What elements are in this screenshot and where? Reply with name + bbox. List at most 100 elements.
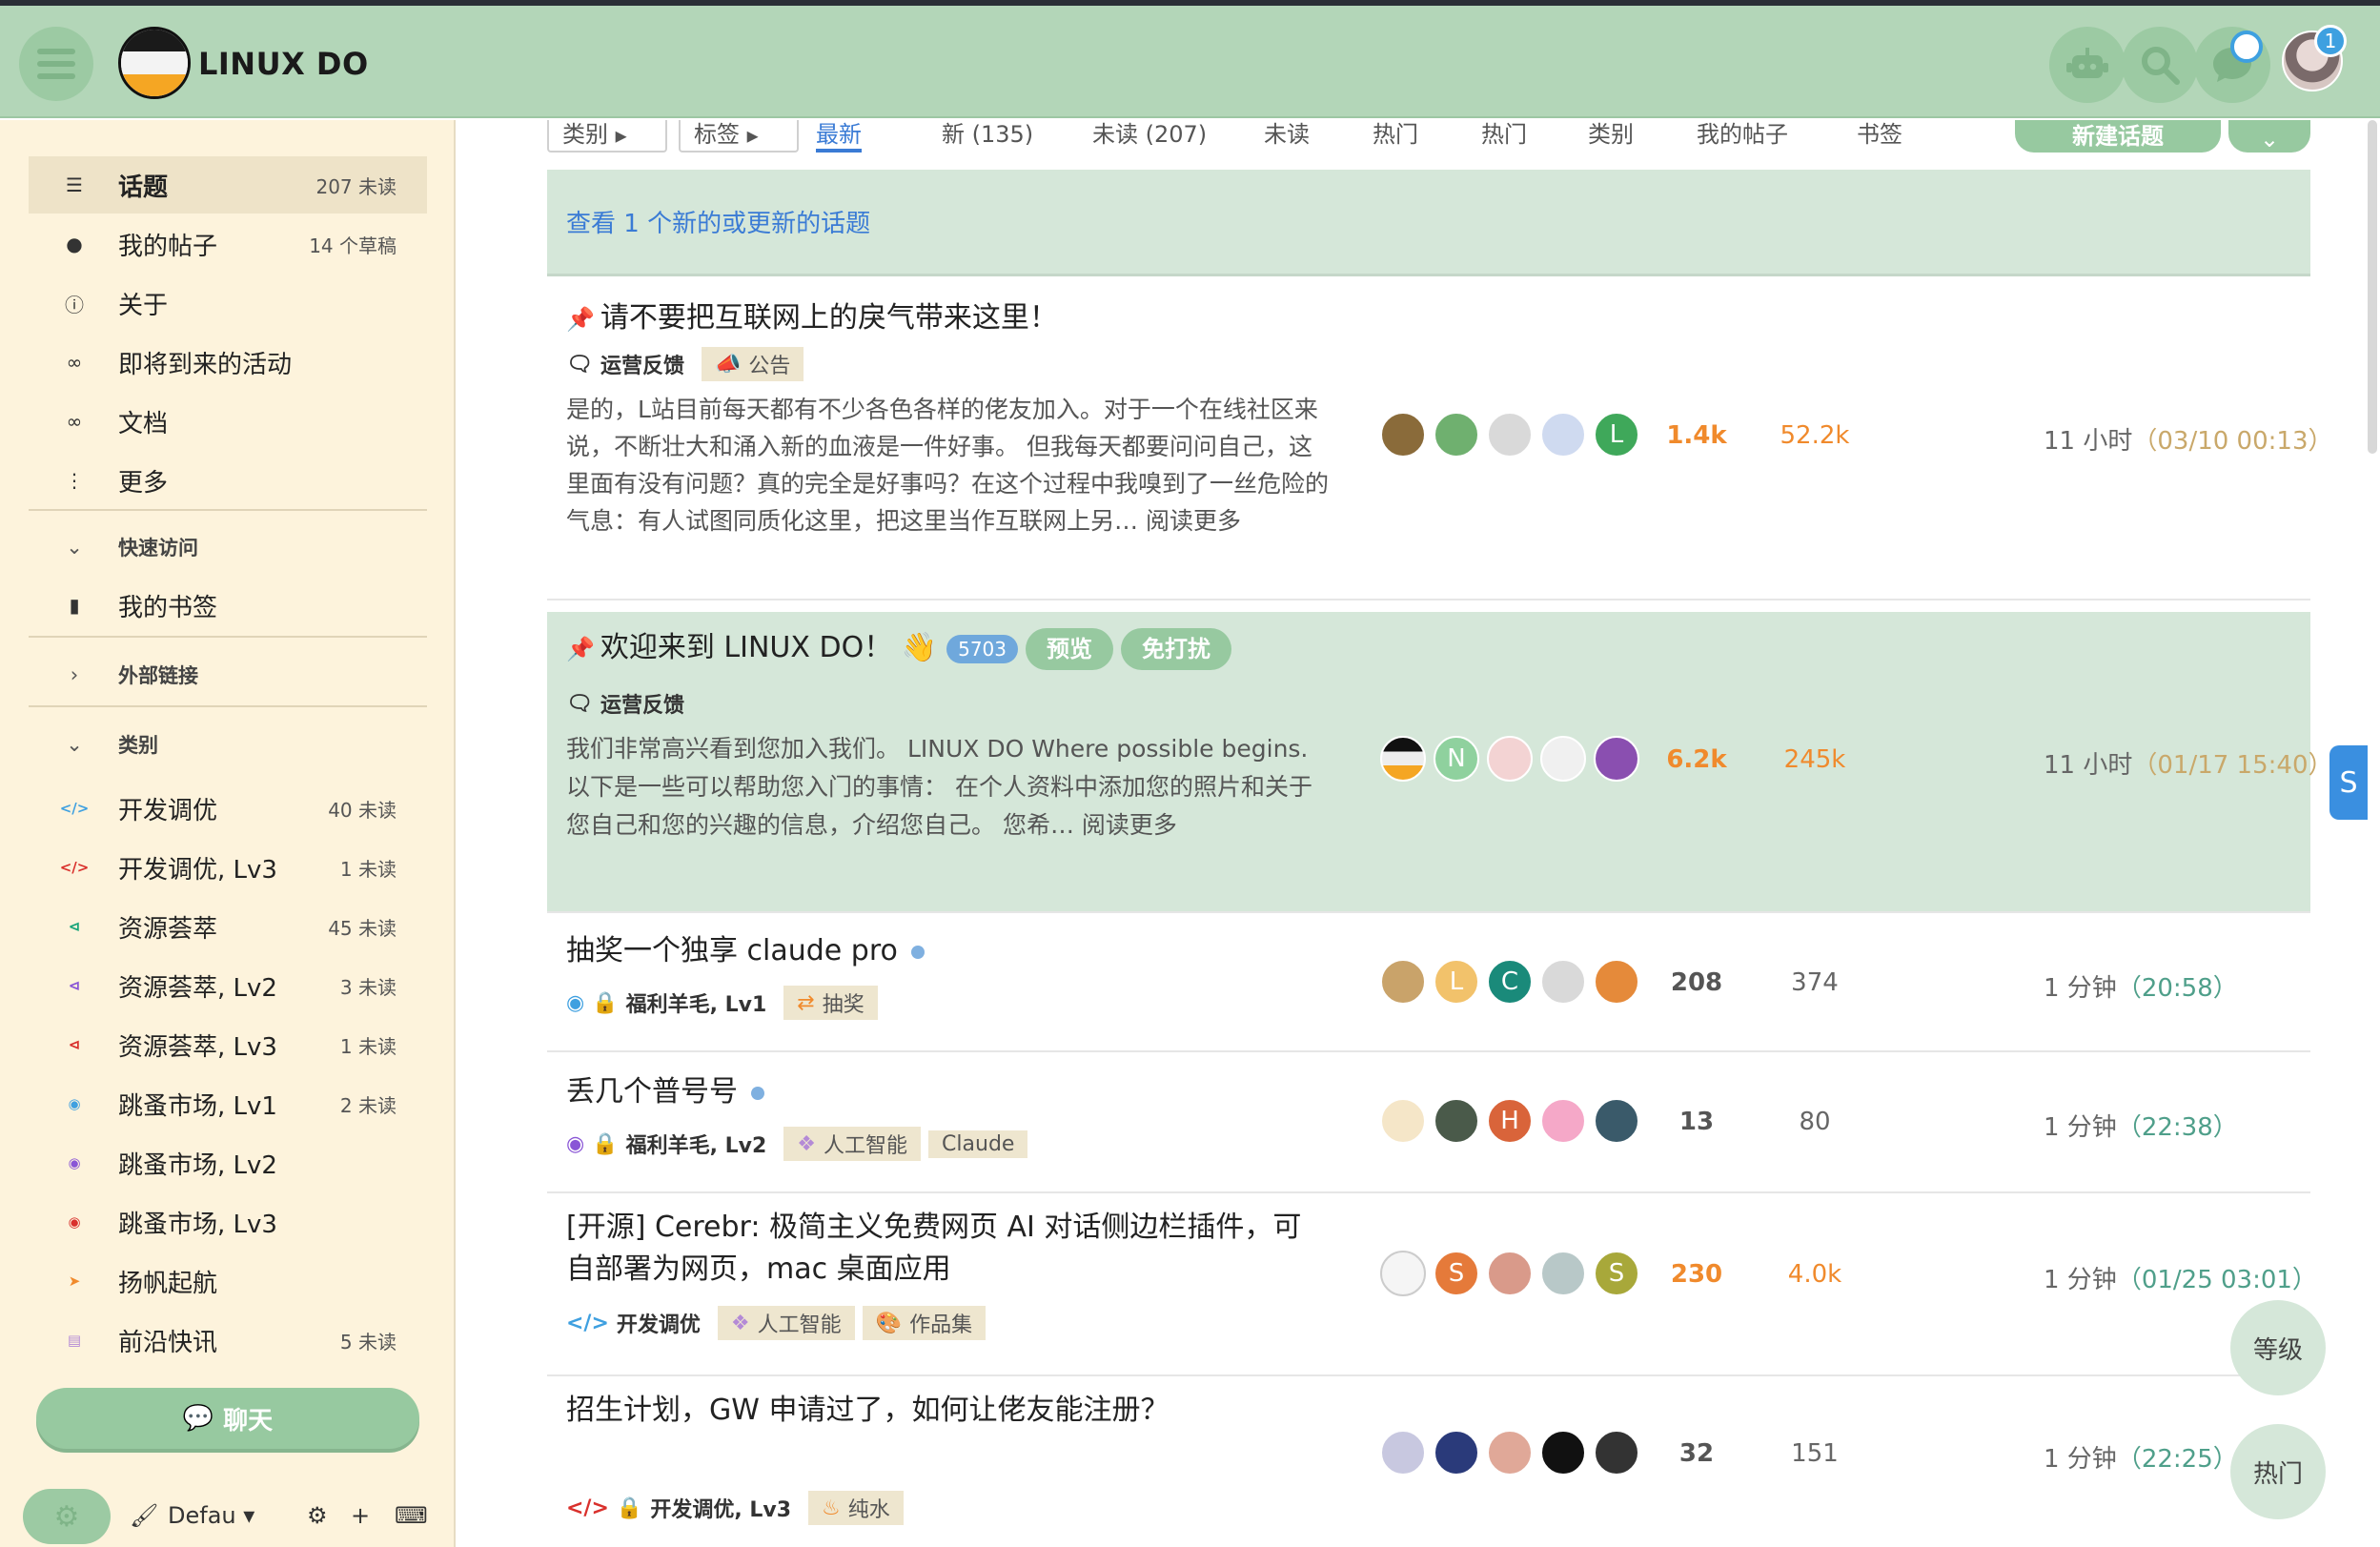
avatar[interactable] xyxy=(1434,412,1479,458)
section-categories-toggle[interactable]: ⌄ 类别 xyxy=(29,721,427,768)
avatar[interactable]: H xyxy=(1487,1098,1533,1144)
topic-title[interactable]: 招生计划，GW 申请过了，如何让佬友能注册？ xyxy=(566,1390,1169,1432)
sidebar-item-upcoming-events[interactable]: ∞ 即将到来的活动 xyxy=(29,334,427,391)
avatar[interactable] xyxy=(1540,959,1586,1005)
tab-unread[interactable]: 未读 (207) xyxy=(1092,120,1207,149)
sidebar-item-my-posts[interactable]: ● 我的帖子 14 个草稿 xyxy=(29,215,427,273)
category-badge[interactable]: 🗨 运营反馈 xyxy=(566,688,684,719)
theme-selector[interactable]: Defau ▾ xyxy=(168,1502,254,1529)
sidebar-item-about[interactable]: ⓘ 关于 xyxy=(29,275,427,332)
avatar[interactable]: N xyxy=(1434,736,1479,782)
search-icon[interactable] xyxy=(2122,27,2198,103)
sidebar-item-more[interactable]: ⋮ 更多 xyxy=(29,452,427,509)
topic-row[interactable]: 丢几个普号号 ◉ 🔒 福利羊毛, Lv2 ❖ 人工智能 Claude H 13 80 … xyxy=(547,1052,2310,1193)
avatar[interactable] xyxy=(1487,412,1533,458)
unread-posts-badge[interactable]: 5703 xyxy=(946,634,1019,663)
avatar[interactable]: L xyxy=(1434,959,1479,1005)
topic-excerpt[interactable]: 是的，L站目前每天都有不少各色各样的佬友加入。对于一个在线社区来说，不断壮大和涌… xyxy=(566,391,1329,539)
avatar[interactable] xyxy=(1487,736,1533,782)
tag-announcement[interactable]: 📣 公告 xyxy=(701,347,804,381)
topic-activity[interactable]: 1 分钟（20:58） xyxy=(2044,968,2238,1004)
topic-activity[interactable]: 1 分钟（01/25 03:01） xyxy=(2044,1260,2317,1295)
avatar[interactable] xyxy=(1540,736,1586,782)
tag-water[interactable]: ♨ 纯水 xyxy=(808,1491,904,1525)
gear-icon[interactable]: ⚙ xyxy=(307,1502,328,1529)
tab-latest[interactable]: 最新 xyxy=(816,120,862,153)
topic-activity[interactable]: 11 小时（01/17 15:40） xyxy=(2044,745,2332,781)
avatar[interactable] xyxy=(1487,1430,1533,1476)
tag-ai[interactable]: ❖ 人工智能 xyxy=(717,1306,855,1340)
tab-bookmarks[interactable]: 书签 xyxy=(1857,120,1902,149)
avatar[interactable] xyxy=(1540,1251,1586,1296)
avatar[interactable] xyxy=(1434,1098,1479,1144)
sidebar-item-bookmarks[interactable]: ▮ 我的书签 xyxy=(29,577,427,634)
chevron-down-icon[interactable]: ⌄ xyxy=(2228,120,2310,153)
category-badge[interactable]: </> 开发调优 xyxy=(566,1308,701,1338)
category-badge[interactable]: 🗨 运营反馈 xyxy=(566,349,684,379)
mute-button[interactable]: 免打扰 xyxy=(1121,627,1232,670)
keyboard-icon[interactable]: ⌨ xyxy=(395,1502,428,1529)
avatar[interactable] xyxy=(1434,1430,1479,1476)
preview-button[interactable]: 预览 xyxy=(1026,627,1114,670)
topic-title[interactable]: [开源] Cerebr: 极简主义免费网页 AI 对话侧边栏插件，可 自部署为网页… xyxy=(566,1207,1301,1291)
avatar[interactable] xyxy=(1540,412,1586,458)
avatar[interactable] xyxy=(1380,959,1426,1005)
tag-ai[interactable]: ❖ 人工智能 xyxy=(783,1127,922,1161)
topic-activity[interactable]: 11 小时（03/10 00:13） xyxy=(2044,421,2332,457)
topic-row[interactable]: 📌 请不要把互联网上的戾气带来这里！ 🗨 运营反馈 📣 公告 是的，L站目前每天都有不… xyxy=(547,280,2332,600)
avatar[interactable] xyxy=(1380,412,1426,458)
tab-categories[interactable]: 类别 xyxy=(1588,120,1634,149)
topic-row[interactable]: [开源] Cerebr: 极简主义免费网页 AI 对话侧边栏插件，可 自部署为网页… xyxy=(547,1193,2317,1376)
topic-row[interactable]: 招生计划，GW 申请过了，如何让佬友能注册？ </> 🔒 开发调优, Lv3 ♨ 纯水… xyxy=(547,1376,2310,1547)
topic-activity[interactable]: 1 分钟（22:25） xyxy=(2044,1439,2238,1475)
tab-new[interactable]: 新 (135) xyxy=(942,120,1033,149)
avatar[interactable] xyxy=(1380,1098,1426,1144)
avatar[interactable]: L xyxy=(1594,412,1639,458)
notification-count-badge[interactable]: 1 xyxy=(2314,25,2347,57)
sidebar-category-item[interactable]: ➤ 扬帆起航 xyxy=(29,1252,427,1310)
sidebar-category-item[interactable]: ◉ 跳蚤市场, Lv2 xyxy=(29,1134,427,1191)
topic-title[interactable]: 丢几个普号号 xyxy=(566,1071,764,1113)
plus-icon[interactable]: + xyxy=(351,1502,370,1529)
avatar[interactable] xyxy=(1594,959,1639,1005)
category-badge[interactable]: </> 🔒 开发调优, Lv3 xyxy=(566,1493,791,1523)
tag-portfolio[interactable]: 🎨 作品集 xyxy=(862,1306,987,1340)
category-badge[interactable]: ◉ 🔒 福利羊毛, Lv1 xyxy=(566,987,766,1018)
tab-hot-2[interactable]: 热门 xyxy=(1481,120,1527,149)
level-button[interactable]: 等级 xyxy=(2230,1300,2326,1395)
sidebar-category-item[interactable]: ⊲ 资源荟萃, Lv2 3 未读 xyxy=(29,957,427,1014)
topic-row[interactable]: 📌 欢迎来到 LINUX DO！ 👋 5703 预览 免打扰 🗨 运营反馈 我们非常高兴看… xyxy=(547,612,2332,913)
tab-my-posts[interactable]: 我的帖子 xyxy=(1697,120,1788,149)
settings-gear-icon[interactable]: ⚙ xyxy=(23,1489,111,1544)
topic-activity[interactable]: 1 分钟（22:38） xyxy=(2044,1108,2238,1143)
section-quick-access-toggle[interactable]: ⌄ 快速访问 xyxy=(29,523,427,571)
avatar[interactable] xyxy=(1487,1251,1533,1296)
tags-dropdown[interactable]: 标签 ▸ xyxy=(679,120,799,153)
category-badge[interactable]: ◉ 🔒 福利羊毛, Lv2 xyxy=(566,1129,766,1159)
new-topics-banner[interactable]: 查看 1 个新的或更新的话题 xyxy=(547,170,2310,276)
sidebar-category-item[interactable]: ◉ 跳蚤市场, Lv1 2 未读 xyxy=(29,1075,427,1132)
hamburger-menu-button[interactable] xyxy=(19,27,93,101)
avatar[interactable] xyxy=(1594,1098,1639,1144)
avatar[interactable] xyxy=(1380,736,1426,782)
avatar[interactable] xyxy=(1540,1430,1586,1476)
avatar[interactable] xyxy=(1380,1251,1426,1296)
sidebar-category-item[interactable]: </> 开发调优, Lv3 1 未读 xyxy=(29,839,427,896)
tag-lottery[interactable]: ⇄ 抽奖 xyxy=(783,986,878,1020)
topic-title[interactable]: 抽奖一个独享 claude pro xyxy=(566,930,925,972)
robot-icon[interactable] xyxy=(2049,27,2126,103)
avatar[interactable]: C xyxy=(1487,959,1533,1005)
sidebar-category-item[interactable]: </> 开发调优 40 未读 xyxy=(29,780,427,837)
hot-button[interactable]: 热门 xyxy=(2230,1424,2326,1519)
avatar[interactable] xyxy=(1594,736,1639,782)
avatar[interactable] xyxy=(1594,1430,1639,1476)
side-panel-tab[interactable]: S xyxy=(2329,745,2368,820)
tag-claude[interactable]: Claude xyxy=(928,1130,1028,1158)
avatar[interactable]: S xyxy=(1594,1251,1639,1296)
sidebar-category-item[interactable]: ▤ 前沿快讯 5 未读 xyxy=(29,1312,427,1369)
avatar[interactable] xyxy=(1380,1430,1426,1476)
avatar[interactable] xyxy=(1540,1098,1586,1144)
avatar[interactable]: S xyxy=(1434,1251,1479,1296)
site-logo-icon[interactable] xyxy=(118,27,191,99)
topic-title[interactable]: 📌 欢迎来到 LINUX DO！ 👋 5703 预览 免打扰 xyxy=(566,627,1232,670)
